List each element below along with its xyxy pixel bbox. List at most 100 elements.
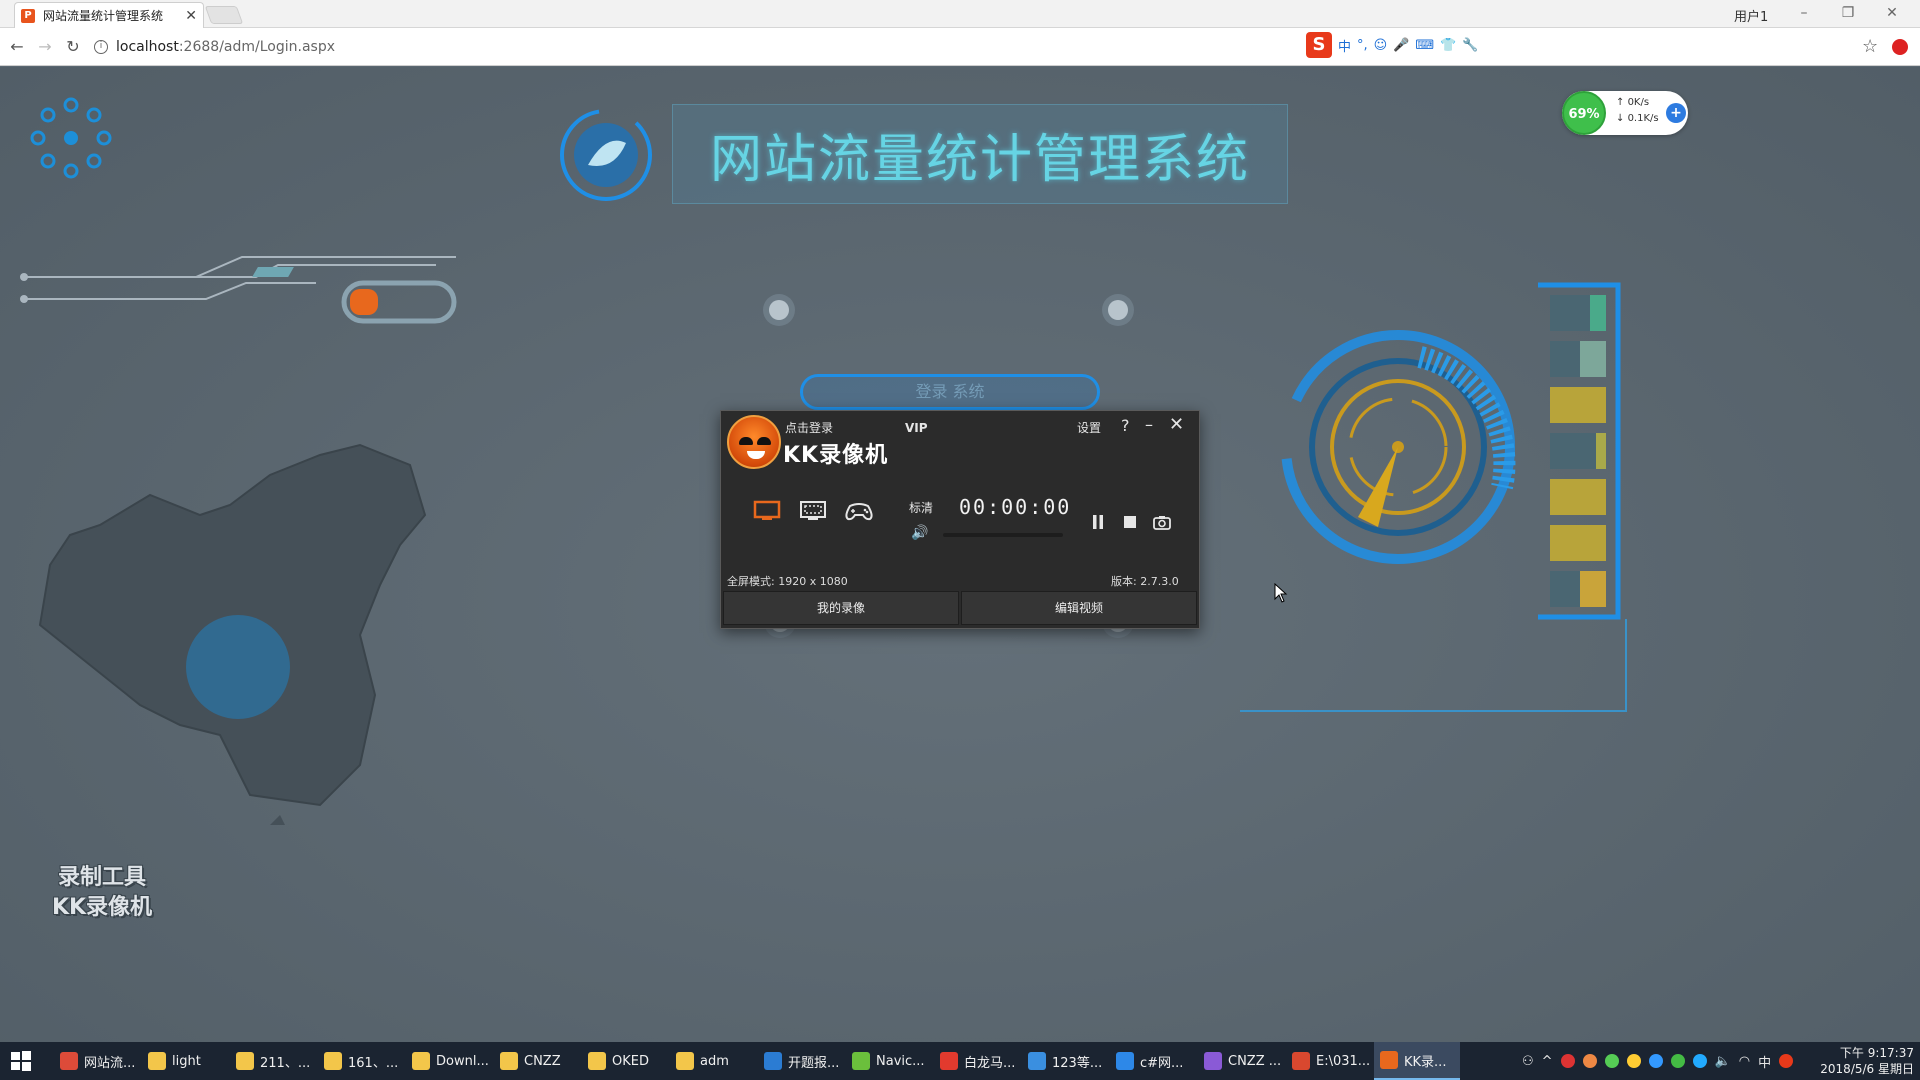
ime-keyboard-icon[interactable]: ⌨ bbox=[1415, 38, 1434, 53]
tray-app-icon[interactable] bbox=[1692, 1054, 1707, 1068]
browser-tab-strip: P 网站流量统计管理系统 ✕ 用户1 – ❐ ✕ bbox=[0, 0, 1920, 28]
url-input[interactable]: i localhost:2688/adm/Login.aspx bbox=[94, 35, 1324, 59]
pause-icon[interactable] bbox=[1087, 511, 1109, 533]
forward-arrow-icon[interactable]: → bbox=[34, 36, 56, 58]
accelerate-plus-icon[interactable]: + bbox=[1666, 103, 1686, 123]
taskbar-item-label: 123等... bbox=[1052, 1055, 1103, 1071]
glow-dot-decoration bbox=[769, 300, 789, 320]
new-tab-button[interactable] bbox=[204, 6, 244, 24]
browser-tab[interactable]: P 网站流量统计管理系统 ✕ bbox=[14, 2, 204, 28]
taskbar-item[interactable]: Downl... bbox=[406, 1042, 492, 1080]
people-icon[interactable]: ⚇ bbox=[1522, 1054, 1534, 1069]
tray-app-icon[interactable] bbox=[1560, 1054, 1575, 1068]
tray-app-icon[interactable] bbox=[1626, 1054, 1641, 1068]
window-restore-icon[interactable]: ❐ bbox=[1828, 2, 1868, 24]
edit-video-button[interactable]: 编辑视频 bbox=[961, 591, 1197, 625]
volume-icon[interactable]: 🔈 bbox=[1715, 1054, 1731, 1069]
tray-expand-icon[interactable]: ^ bbox=[1542, 1054, 1553, 1069]
taskbar-item[interactable]: light bbox=[142, 1042, 228, 1080]
taskbar-item[interactable]: KK录... bbox=[1374, 1042, 1460, 1080]
ime-tools-icon[interactable]: 🔧 bbox=[1462, 38, 1478, 53]
wifi-icon[interactable]: ◠ bbox=[1739, 1054, 1750, 1069]
window-user-label[interactable]: 用户1 bbox=[1734, 6, 1768, 25]
extension-icon[interactable] bbox=[1892, 39, 1908, 55]
taskbar-item[interactable]: CNZZ ... bbox=[1198, 1042, 1284, 1080]
ime-emoji-icon[interactable]: ☺ bbox=[1374, 38, 1388, 53]
kk-version-text: 版本: 2.7.3.0 bbox=[1111, 575, 1179, 588]
sogou-tray-icon[interactable] bbox=[1779, 1054, 1794, 1068]
taskbar-item[interactable]: Navic... bbox=[846, 1042, 932, 1080]
game-mode-icon[interactable] bbox=[841, 497, 877, 525]
site-info-icon[interactable]: i bbox=[94, 40, 108, 54]
china-map-illustration bbox=[38, 443, 427, 825]
reload-icon[interactable]: ↻ bbox=[62, 36, 84, 58]
frame-line-decoration bbox=[1240, 619, 1627, 712]
ime-skin-icon[interactable]: 👕 bbox=[1440, 38, 1456, 53]
taskbar-item-label: Downl... bbox=[436, 1053, 489, 1069]
taskbar-app-icon bbox=[1028, 1052, 1046, 1070]
kk-capture-modes bbox=[749, 497, 877, 525]
kk-settings-button[interactable]: 设置 bbox=[1077, 419, 1101, 436]
tray-app-icon[interactable] bbox=[1582, 1054, 1597, 1068]
taskbar-item-label: 开题报... bbox=[788, 1055, 840, 1071]
tray-app-icon[interactable] bbox=[1670, 1054, 1685, 1068]
taskbar-item[interactable]: 开题报... bbox=[758, 1042, 844, 1080]
tab-title: 网站流量统计管理系统 bbox=[43, 9, 164, 23]
system-logo-icon bbox=[560, 109, 652, 201]
back-arrow-icon[interactable]: ← bbox=[6, 36, 28, 58]
ime-language-indicator[interactable]: 中 bbox=[1758, 1052, 1771, 1071]
window-minimize-icon[interactable]: – bbox=[1784, 2, 1824, 24]
bookmark-star-icon[interactable]: ☆ bbox=[1862, 36, 1878, 57]
tab-close-icon[interactable]: ✕ bbox=[185, 8, 197, 24]
kk-recorder-dialog: 点击登录 VIP KK录像机 设置 ? – ✕ 标清 🔊 00:00:00 全屏… bbox=[720, 410, 1200, 629]
bar-column-illustration bbox=[1538, 282, 1621, 620]
page-title-banner: 网站流量统计管理系统 bbox=[672, 104, 1288, 204]
speaker-icon[interactable]: 🔊 bbox=[911, 525, 928, 541]
kk-quality-selector[interactable]: 标清 bbox=[909, 499, 933, 516]
taskbar-item[interactable]: 123等... bbox=[1022, 1042, 1108, 1080]
taskbar-item[interactable]: 211、... bbox=[230, 1042, 316, 1080]
window-close-icon[interactable]: ✕ bbox=[1872, 2, 1912, 24]
taskbar-app-icon bbox=[236, 1052, 254, 1070]
ime-chinese-icon[interactable]: 中 bbox=[1338, 36, 1351, 55]
login-button[interactable]: 登录 系统 bbox=[800, 374, 1100, 410]
region-mode-icon[interactable] bbox=[795, 497, 831, 525]
tray-app-icon[interactable] bbox=[1604, 1054, 1619, 1068]
taskbar-item-label: 网站流... bbox=[84, 1055, 136, 1071]
bluetooth-icon[interactable] bbox=[1648, 1054, 1663, 1068]
taskbar-item-label: CNZZ bbox=[524, 1053, 561, 1069]
taskbar-clock[interactable]: 下午 9:17:37 2018/5/6 星期日 bbox=[1810, 1045, 1914, 1077]
taskbar-item-label: 白龙马... bbox=[964, 1055, 1016, 1071]
kk-vip-link[interactable]: VIP bbox=[905, 421, 928, 435]
network-speed-widget[interactable]: 69% ↑ 0K/s ↓ 0.1K/s + bbox=[1562, 91, 1688, 135]
taskbar-item[interactable]: CNZZ bbox=[494, 1042, 580, 1080]
taskbar-app-icon bbox=[412, 1052, 430, 1070]
taskbar-app-icon bbox=[764, 1052, 782, 1070]
ime-voice-icon[interactable]: 🎤 bbox=[1393, 38, 1409, 53]
taskbar-item-label: KK录... bbox=[1404, 1054, 1447, 1070]
glow-dot-decoration bbox=[1108, 300, 1128, 320]
taskbar-item[interactable]: 网站流... bbox=[54, 1042, 140, 1080]
taskbar-item[interactable]: E:\031... bbox=[1286, 1042, 1372, 1080]
kk-help-icon[interactable]: ? bbox=[1121, 416, 1130, 435]
sogou-ime-icon[interactable]: S bbox=[1306, 32, 1332, 58]
taskbar-app-icon bbox=[940, 1052, 958, 1070]
taskbar-item[interactable]: 161、... bbox=[318, 1042, 404, 1080]
taskbar-item[interactable]: 白龙马... bbox=[934, 1042, 1020, 1080]
ime-punctuation-icon[interactable]: °, bbox=[1357, 38, 1368, 53]
taskbar-item[interactable]: c#网... bbox=[1110, 1042, 1196, 1080]
taskbar-app-icon bbox=[852, 1052, 870, 1070]
screenshot-camera-icon[interactable] bbox=[1151, 511, 1173, 533]
kk-login-link[interactable]: 点击登录 bbox=[785, 419, 833, 436]
windows-start-icon[interactable] bbox=[10, 1050, 32, 1072]
kk-minimize-icon[interactable]: – bbox=[1145, 415, 1153, 434]
fullscreen-mode-icon[interactable] bbox=[749, 497, 785, 525]
taskbar-app-icon bbox=[676, 1052, 694, 1070]
kk-close-icon[interactable]: ✕ bbox=[1169, 414, 1184, 435]
my-recordings-button[interactable]: 我的录像 bbox=[723, 591, 959, 625]
taskbar-item[interactable]: OKED bbox=[582, 1042, 668, 1080]
taskbar-item[interactable]: adm bbox=[670, 1042, 756, 1080]
recorder-watermark: 录制工具 KK录像机 bbox=[32, 863, 172, 923]
windows-taskbar: 网站流... light 211、... 161、... Downl... CNZZ OKE… bbox=[0, 1042, 1920, 1080]
stop-icon[interactable] bbox=[1119, 511, 1141, 533]
